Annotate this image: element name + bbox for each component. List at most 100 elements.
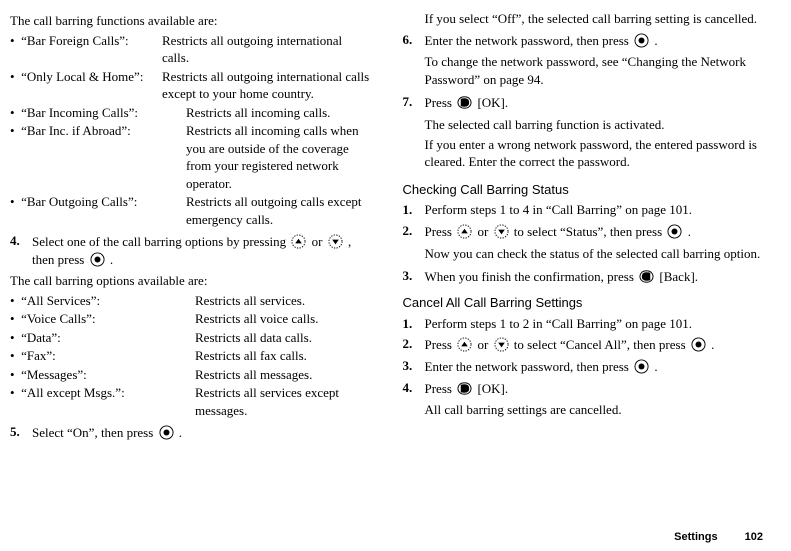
opt-fax: • “Fax”: Restricts all fax calls. bbox=[10, 347, 371, 365]
text: Press bbox=[425, 381, 456, 396]
text-ok: [OK]. bbox=[477, 96, 508, 111]
term: “Voice Calls”: bbox=[21, 311, 96, 326]
desc: Restricts all services except messages. bbox=[195, 384, 371, 419]
footer-section: Settings bbox=[674, 531, 717, 543]
check-step-1: 1. Perform steps 1 to 4 in “Call Barring… bbox=[403, 201, 764, 219]
term: “Messages”: bbox=[21, 367, 87, 382]
term: “Bar Outgoing Calls”: bbox=[21, 194, 137, 209]
heading-cancel-all: Cancel All Call Barring Settings bbox=[403, 294, 764, 312]
desc: Restricts all voice calls. bbox=[195, 310, 371, 328]
bullet: • bbox=[10, 123, 15, 138]
text-dot: . bbox=[654, 33, 657, 48]
term: “All except Msgs.”: bbox=[21, 385, 125, 400]
step-4: 4. Select one of the call barring option… bbox=[10, 232, 371, 270]
step-number: 7. bbox=[403, 93, 425, 111]
text-dot: . bbox=[688, 224, 691, 239]
desc: Restricts all services. bbox=[195, 292, 371, 310]
step-number: 3. bbox=[403, 267, 425, 285]
text-mid: to select “Cancel All”, then press bbox=[514, 337, 689, 352]
text: Enter the network password, then press bbox=[425, 359, 633, 374]
text-or: or bbox=[477, 224, 491, 239]
desc: Restricts all outgoing calls except emer… bbox=[186, 193, 371, 228]
step-number: 2. bbox=[403, 222, 425, 240]
step-6: 6. Enter the network password, then pres… bbox=[403, 31, 764, 91]
bullet: • bbox=[10, 194, 15, 209]
step-number: 1. bbox=[403, 315, 425, 333]
opt-messages: • “Messages”: Restricts all messages. bbox=[10, 366, 371, 384]
up-arrow-icon bbox=[291, 234, 306, 249]
center-key-icon bbox=[90, 252, 105, 267]
text: Select “On”, then press bbox=[32, 425, 157, 440]
intro-options: The call barring options available are: bbox=[10, 272, 371, 290]
right-column: If you select “Off”, the selected call b… bbox=[403, 10, 764, 444]
up-arrow-icon bbox=[457, 224, 472, 239]
check-step-3: 3. When you finish the confirmation, pre… bbox=[403, 267, 764, 286]
off-note: If you select “Off”, the selected call b… bbox=[425, 10, 764, 28]
text: Press bbox=[425, 96, 456, 111]
text-mid: to select “Status”, then press bbox=[514, 224, 666, 239]
bullet: • bbox=[10, 348, 15, 363]
center-key-icon bbox=[634, 33, 649, 48]
desc: Restricts all incoming calls. bbox=[186, 104, 371, 122]
term: “Bar Inc. if Abroad”: bbox=[21, 123, 131, 138]
step-7-sub2: If you enter a wrong network password, t… bbox=[425, 136, 764, 171]
text: Press bbox=[425, 224, 456, 239]
text-dot: . bbox=[711, 337, 714, 352]
desc: Restricts all outgoing international cal… bbox=[162, 32, 371, 67]
opt-all-services: • “All Services”: Restricts all services… bbox=[10, 292, 371, 310]
term: “Bar Incoming Calls”: bbox=[21, 105, 138, 120]
term: “All Services”: bbox=[21, 293, 100, 308]
bullet: • bbox=[10, 33, 15, 48]
step-7-sub1: The selected call barring function is ac… bbox=[425, 116, 764, 134]
step-number: 4. bbox=[10, 232, 32, 250]
opt-voice-calls: • “Voice Calls”: Restricts all voice cal… bbox=[10, 310, 371, 328]
step-number: 6. bbox=[403, 31, 425, 49]
text-back: [Back]. bbox=[659, 270, 698, 285]
text: Perform steps 1 to 2 in “Call Barring” o… bbox=[425, 315, 764, 333]
center-key-icon bbox=[159, 425, 174, 440]
center-key-icon bbox=[634, 359, 649, 374]
bullet: • bbox=[10, 293, 15, 308]
text-dot: . bbox=[654, 359, 657, 374]
cancel-step-4-sub: All call barring settings are cancelled. bbox=[425, 401, 764, 419]
step-number: 2. bbox=[403, 335, 425, 353]
bullet: • bbox=[10, 367, 15, 382]
step-number: 1. bbox=[403, 201, 425, 219]
func-bar-incoming: • “Bar Incoming Calls”: Restricts all in… bbox=[10, 104, 371, 122]
term: “Only Local & Home”: bbox=[21, 69, 143, 84]
func-only-local: • “Only Local & Home”: Restricts all out… bbox=[10, 68, 371, 103]
func-bar-outgoing: • “Bar Outgoing Calls”: Restricts all ou… bbox=[10, 193, 371, 228]
desc: Restricts all data calls. bbox=[195, 329, 371, 347]
step-number: 5. bbox=[10, 423, 32, 441]
desc: Restricts all fax calls. bbox=[195, 347, 371, 365]
bullet: • bbox=[10, 311, 15, 326]
center-key-icon bbox=[691, 337, 706, 352]
step-5: 5. Select “On”, then press . bbox=[10, 423, 371, 442]
cancel-step-4: 4. Press [OK]. All call barring settings… bbox=[403, 379, 764, 421]
left-softkey-icon bbox=[457, 95, 472, 110]
text: Enter the network password, then press bbox=[425, 33, 633, 48]
page-columns: The call barring functions available are… bbox=[10, 10, 763, 444]
opt-all-except-msgs: • “All except Msgs.”: Restricts all serv… bbox=[10, 384, 371, 419]
right-softkey-icon bbox=[639, 269, 654, 284]
cancel-step-2: 2. Press or to select “Cancel All”, then… bbox=[403, 335, 764, 354]
cancel-step-3: 3. Enter the network password, then pres… bbox=[403, 357, 764, 376]
text: Perform steps 1 to 4 in “Call Barring” o… bbox=[425, 201, 764, 219]
cancel-step-1: 1. Perform steps 1 to 2 in “Call Barring… bbox=[403, 315, 764, 333]
bullet: • bbox=[10, 330, 15, 345]
text: Press bbox=[425, 337, 456, 352]
step-number: 4. bbox=[403, 379, 425, 397]
down-arrow-icon bbox=[494, 337, 509, 352]
bullet: • bbox=[10, 105, 15, 120]
up-arrow-icon bbox=[457, 337, 472, 352]
term: “Bar Foreign Calls”: bbox=[21, 33, 129, 48]
func-bar-inc-abroad: • “Bar Inc. if Abroad”: Restricts all in… bbox=[10, 122, 371, 192]
func-bar-foreign: • “Bar Foreign Calls”: Restricts all out… bbox=[10, 32, 371, 67]
bullet: • bbox=[10, 69, 15, 84]
check-step-2-sub: Now you can check the status of the sele… bbox=[425, 245, 764, 263]
term: “Fax”: bbox=[21, 348, 56, 363]
desc: Restricts all messages. bbox=[195, 366, 371, 384]
desc: Restricts all outgoing international cal… bbox=[162, 68, 371, 103]
opt-data: • “Data”: Restricts all data calls. bbox=[10, 329, 371, 347]
text-dot: . bbox=[110, 253, 113, 268]
